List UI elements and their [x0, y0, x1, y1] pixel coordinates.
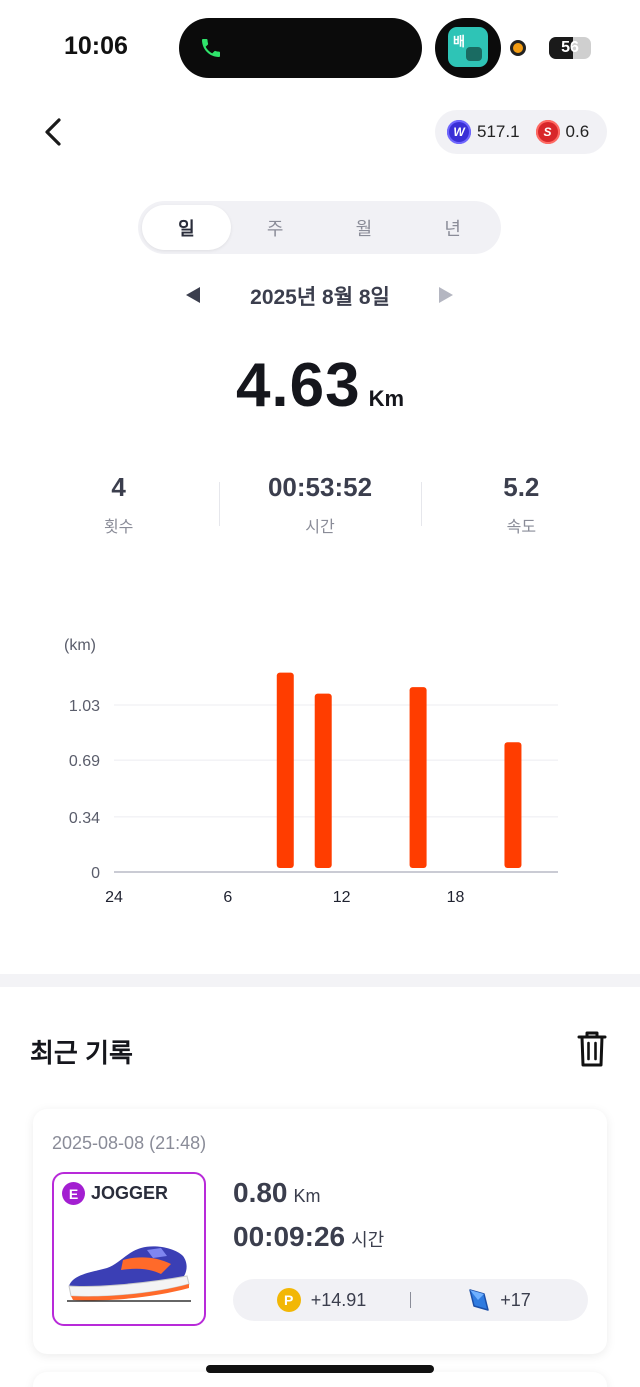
tab-year[interactable]: 년: [408, 205, 497, 250]
s-coin-icon: S: [535, 120, 560, 144]
recording-indicator-icon: [510, 40, 526, 56]
stat-time: 00:53:52 시간: [219, 472, 420, 542]
battery-indicator: 56: [549, 37, 591, 59]
record-distance-value: 0.80: [233, 1177, 288, 1208]
selected-date: 2025년 8월 8일: [250, 286, 390, 309]
chart-x-tick-label: 12: [333, 889, 351, 906]
w-points-value: 517.1: [477, 122, 520, 141]
status-time: 10:06: [64, 32, 128, 60]
stat-count-value: 4: [111, 472, 126, 502]
chart-y-tick-label: 0.69: [69, 753, 100, 770]
delivery-app-icon: 배: [448, 27, 488, 67]
stat-time-label: 시간: [305, 519, 335, 536]
running-shoe-icon: [67, 1246, 191, 1302]
next-date-icon[interactable]: [439, 287, 453, 303]
chart-bar: [314, 693, 332, 868]
chart-bar: [276, 672, 294, 868]
total-distance: 4.63 Km: [0, 350, 640, 421]
chart-y-tick-label: 0: [91, 865, 100, 882]
chart-y-unit-label: (km): [64, 637, 96, 654]
record-card-next[interactable]: [33, 1372, 607, 1387]
p-coin-icon: P: [276, 1288, 301, 1312]
record-duration-unit: 시간: [351, 1230, 385, 1250]
stat-speed-label: 속도: [506, 519, 537, 536]
stat-speed: 5.2 속도: [420, 472, 622, 542]
shoe-type-label: JOGGER: [91, 1183, 169, 1203]
hourly-distance-chart: (km) 0 0.34 0.69 1.03 24 6 12 18: [64, 637, 558, 906]
recent-records-title: 최근 기록: [30, 1038, 133, 1068]
status-bar: 10:06 배 56: [0, 0, 640, 96]
reward-points: P +14.91: [233, 1288, 410, 1312]
map-tile-icon: [469, 1289, 489, 1311]
shoe-card[interactable]: E JOGGER: [52, 1172, 206, 1326]
stat-count: 4 횟수: [18, 472, 219, 542]
reward-tiles-value: +17: [500, 1289, 531, 1310]
battery-level: 56: [561, 39, 579, 56]
record-duration-value: 00:09:26: [233, 1221, 346, 1252]
record-rewards: P +14.91 +17: [233, 1279, 588, 1321]
total-distance-unit: Km: [368, 386, 405, 411]
reward-points-value: +14.91: [310, 1289, 367, 1310]
chart-bar: [504, 742, 522, 868]
points-balance[interactable]: W 517.1 S 0.6: [435, 110, 607, 154]
tab-month[interactable]: 월: [320, 205, 409, 250]
live-activity-app[interactable]: 배: [435, 18, 501, 78]
stat-time-value: 00:53:52: [267, 472, 373, 502]
trash-icon[interactable]: [576, 1030, 608, 1068]
home-indicator: [206, 1365, 434, 1373]
phone-call-icon: [202, 39, 220, 57]
chart-y-tick-label: 0.34: [69, 810, 100, 827]
period-tabs: 일 주 월 년: [138, 201, 501, 254]
chart-x-tick-label: 6: [223, 889, 232, 906]
tab-day[interactable]: 일: [142, 205, 231, 250]
record-duration: 00:09:26 시간: [233, 1221, 384, 1253]
total-distance-value: 4.63: [235, 351, 361, 420]
section-divider: [0, 974, 640, 987]
chart-x-tick-label: 18: [447, 889, 465, 906]
stat-speed-value: 5.2: [503, 472, 540, 502]
reward-tiles: +17: [411, 1288, 588, 1312]
w-coin-icon: W: [447, 120, 471, 144]
dynamic-island[interactable]: [179, 18, 422, 78]
record-distance: 0.80 Km: [233, 1177, 321, 1209]
date-navigator: 2025년 8월 8일: [0, 278, 640, 314]
chart-y-tick-label: 1.03: [69, 698, 100, 715]
s-points-value: 0.6: [565, 122, 590, 141]
grade-badge: E: [62, 1182, 85, 1205]
back-icon[interactable]: [36, 112, 72, 152]
summary-stats: 4 횟수 00:53:52 시간 5.2 속도: [18, 472, 622, 542]
tab-week[interactable]: 주: [231, 205, 320, 250]
record-card[interactable]: 2025-08-08 (21:48) E JOGGER 0.80 Km 00:09…: [33, 1109, 607, 1354]
stat-count-label: 횟수: [103, 519, 134, 536]
previous-date-icon[interactable]: [186, 287, 200, 303]
chart-x-tick-label: 24: [105, 889, 123, 906]
record-distance-unit: Km: [293, 1186, 321, 1206]
record-timestamp: 2025-08-08 (21:48): [52, 1133, 207, 1153]
chart-bar: [409, 687, 427, 868]
